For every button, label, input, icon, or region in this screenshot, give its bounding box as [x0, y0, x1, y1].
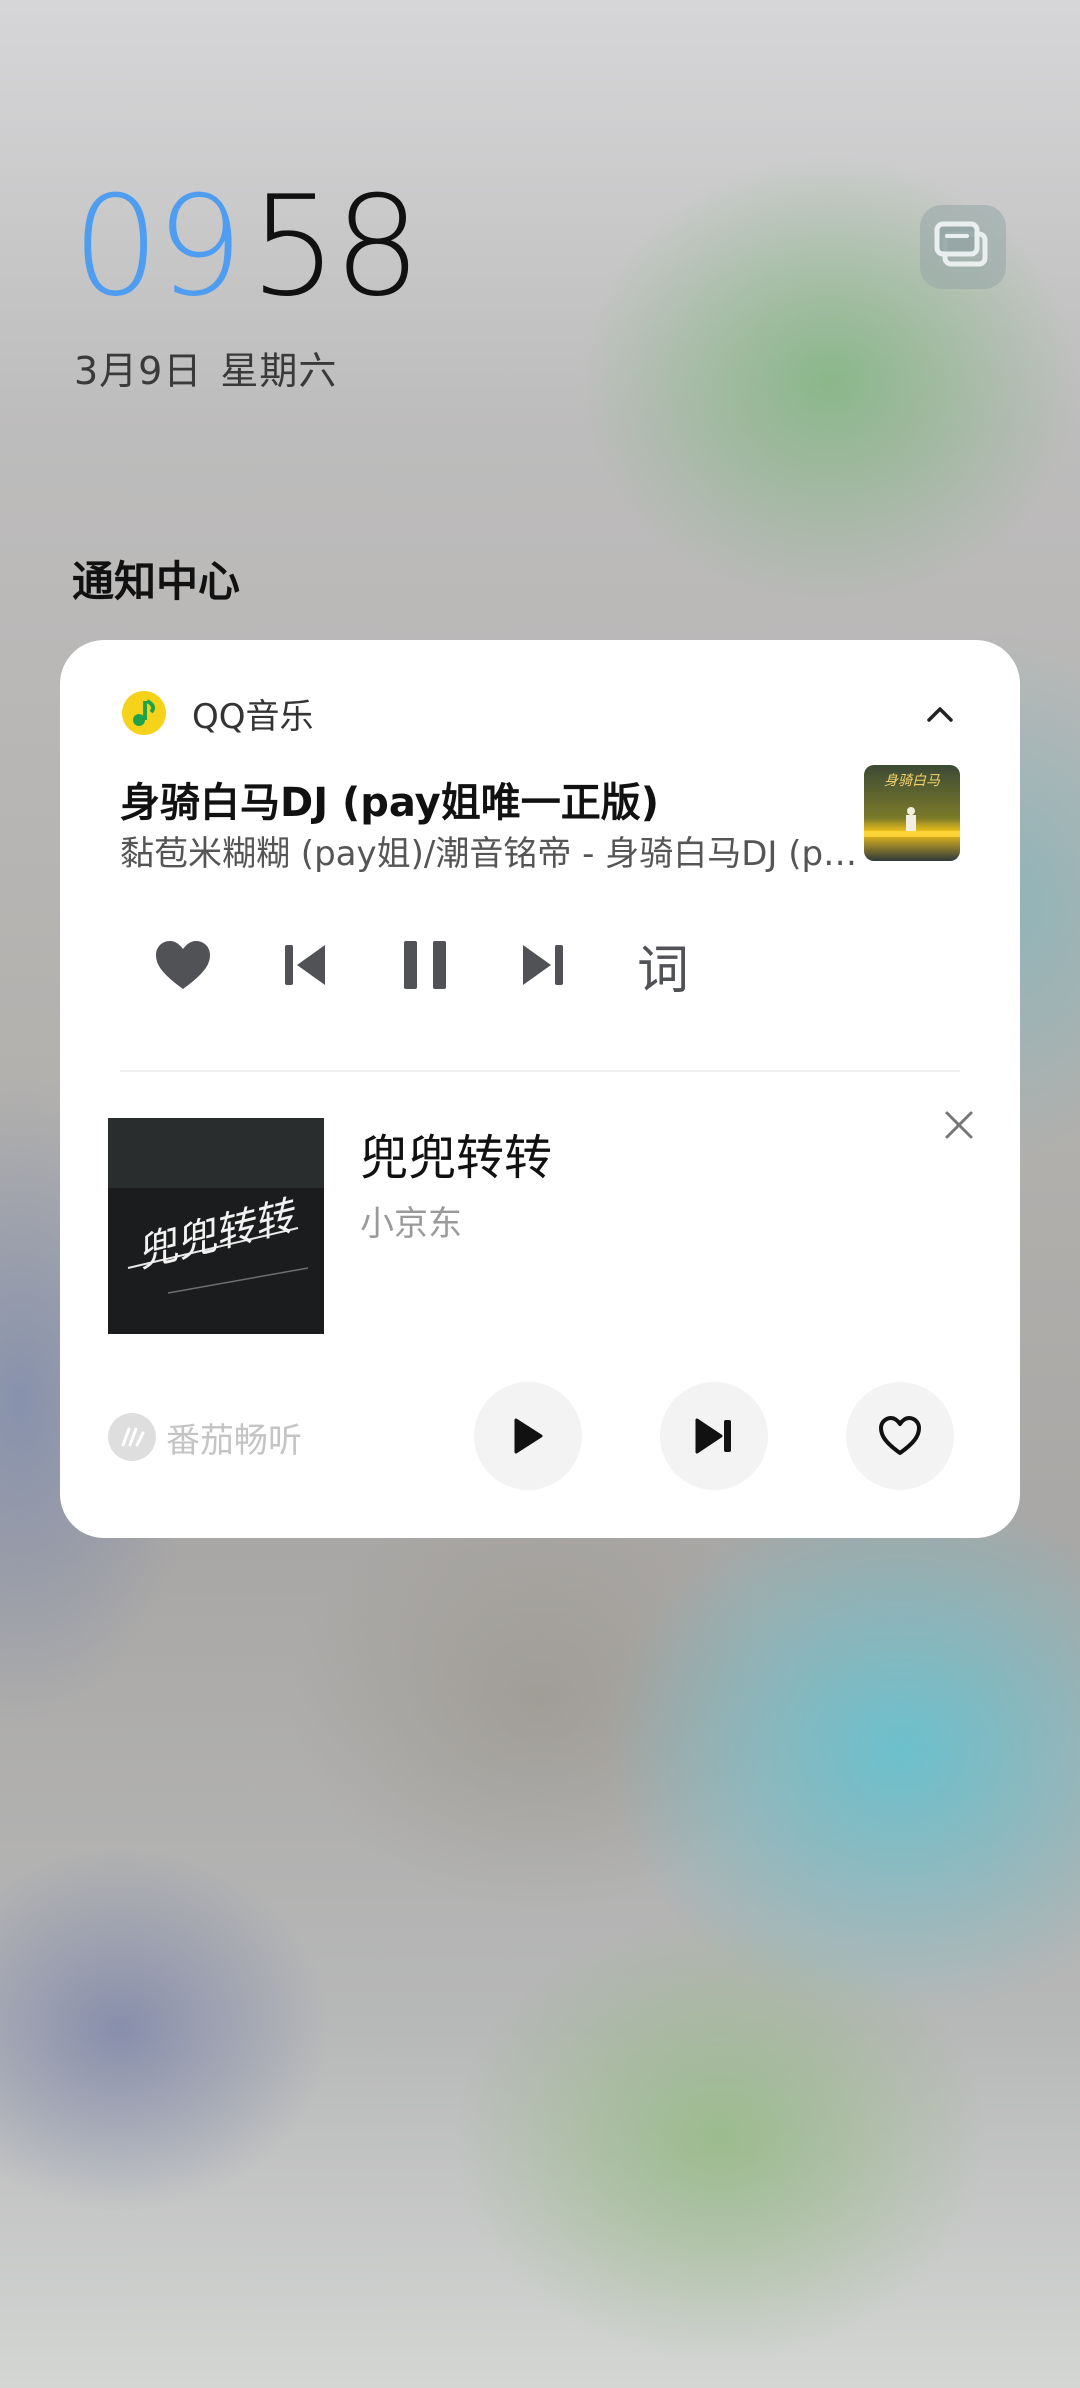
previous-track-icon	[285, 945, 325, 985]
fanqie-cover-art: 兜兜转转	[108, 1118, 324, 1334]
chevron-up-icon	[927, 707, 953, 722]
lyrics-button[interactable]: 词	[628, 930, 698, 1001]
fanqie-next-button[interactable]	[660, 1382, 768, 1490]
media-notification-card: QQ音乐 身骑白马DJ (pay姐唯一正版) 黏苞米糊糊 (pay姐)/潮音铭帝…	[60, 640, 1020, 1538]
album-art-text: 身骑白马	[884, 773, 941, 789]
fanqie-artist: 小京东	[360, 1204, 462, 1244]
previous-button[interactable]	[270, 930, 340, 1000]
next-track-icon	[695, 1418, 731, 1454]
notification-center-title: 通知中心	[72, 557, 241, 606]
fanqie-like-button[interactable]	[846, 1382, 954, 1490]
heart-outline-icon	[879, 1416, 921, 1455]
fanqie-play-button[interactable]	[474, 1382, 582, 1490]
fanqie-song-title: 兜兜转转	[360, 1130, 553, 1186]
notification-manage-button[interactable]	[920, 205, 1006, 289]
close-icon	[945, 1111, 973, 1139]
collapse-button[interactable]	[920, 696, 960, 732]
fanqie-brand-name: 番茄畅听	[166, 1420, 302, 1461]
qq-music-note-icon	[122, 691, 166, 735]
weekday: 星期六	[220, 349, 338, 393]
next-track-icon	[523, 945, 563, 985]
like-button[interactable]	[148, 930, 218, 1000]
clock: 0958	[72, 172, 421, 322]
heart-icon	[156, 941, 210, 989]
notifications-stack-icon	[934, 221, 988, 267]
playback-controls: 词	[148, 900, 768, 1030]
next-button[interactable]	[508, 930, 578, 1000]
date: 3月9日	[74, 349, 203, 393]
fanqie-logo-icon	[108, 1413, 156, 1461]
qq-music-header: QQ音乐	[122, 688, 314, 738]
clock-minute: 58	[249, 166, 422, 327]
play-icon	[514, 1418, 543, 1454]
date-line: 3月9日 星期六	[74, 340, 337, 395]
divider	[120, 1070, 960, 1072]
song-subtitle: 黏苞米糊糊 (pay姐)/潮音铭帝 - 身骑白马DJ (pay姐唯一正版)	[120, 834, 860, 874]
fanqie-brand: 番茄畅听	[108, 1412, 302, 1462]
app-name: QQ音乐	[192, 696, 314, 737]
pause-button[interactable]	[390, 930, 460, 1000]
dismiss-button[interactable]	[936, 1102, 982, 1148]
pause-icon	[404, 941, 446, 989]
song-title: 身骑白马DJ (pay姐唯一正版)	[120, 780, 660, 826]
album-art: 身骑白马	[864, 765, 960, 861]
clock-hour: 09	[72, 166, 244, 327]
